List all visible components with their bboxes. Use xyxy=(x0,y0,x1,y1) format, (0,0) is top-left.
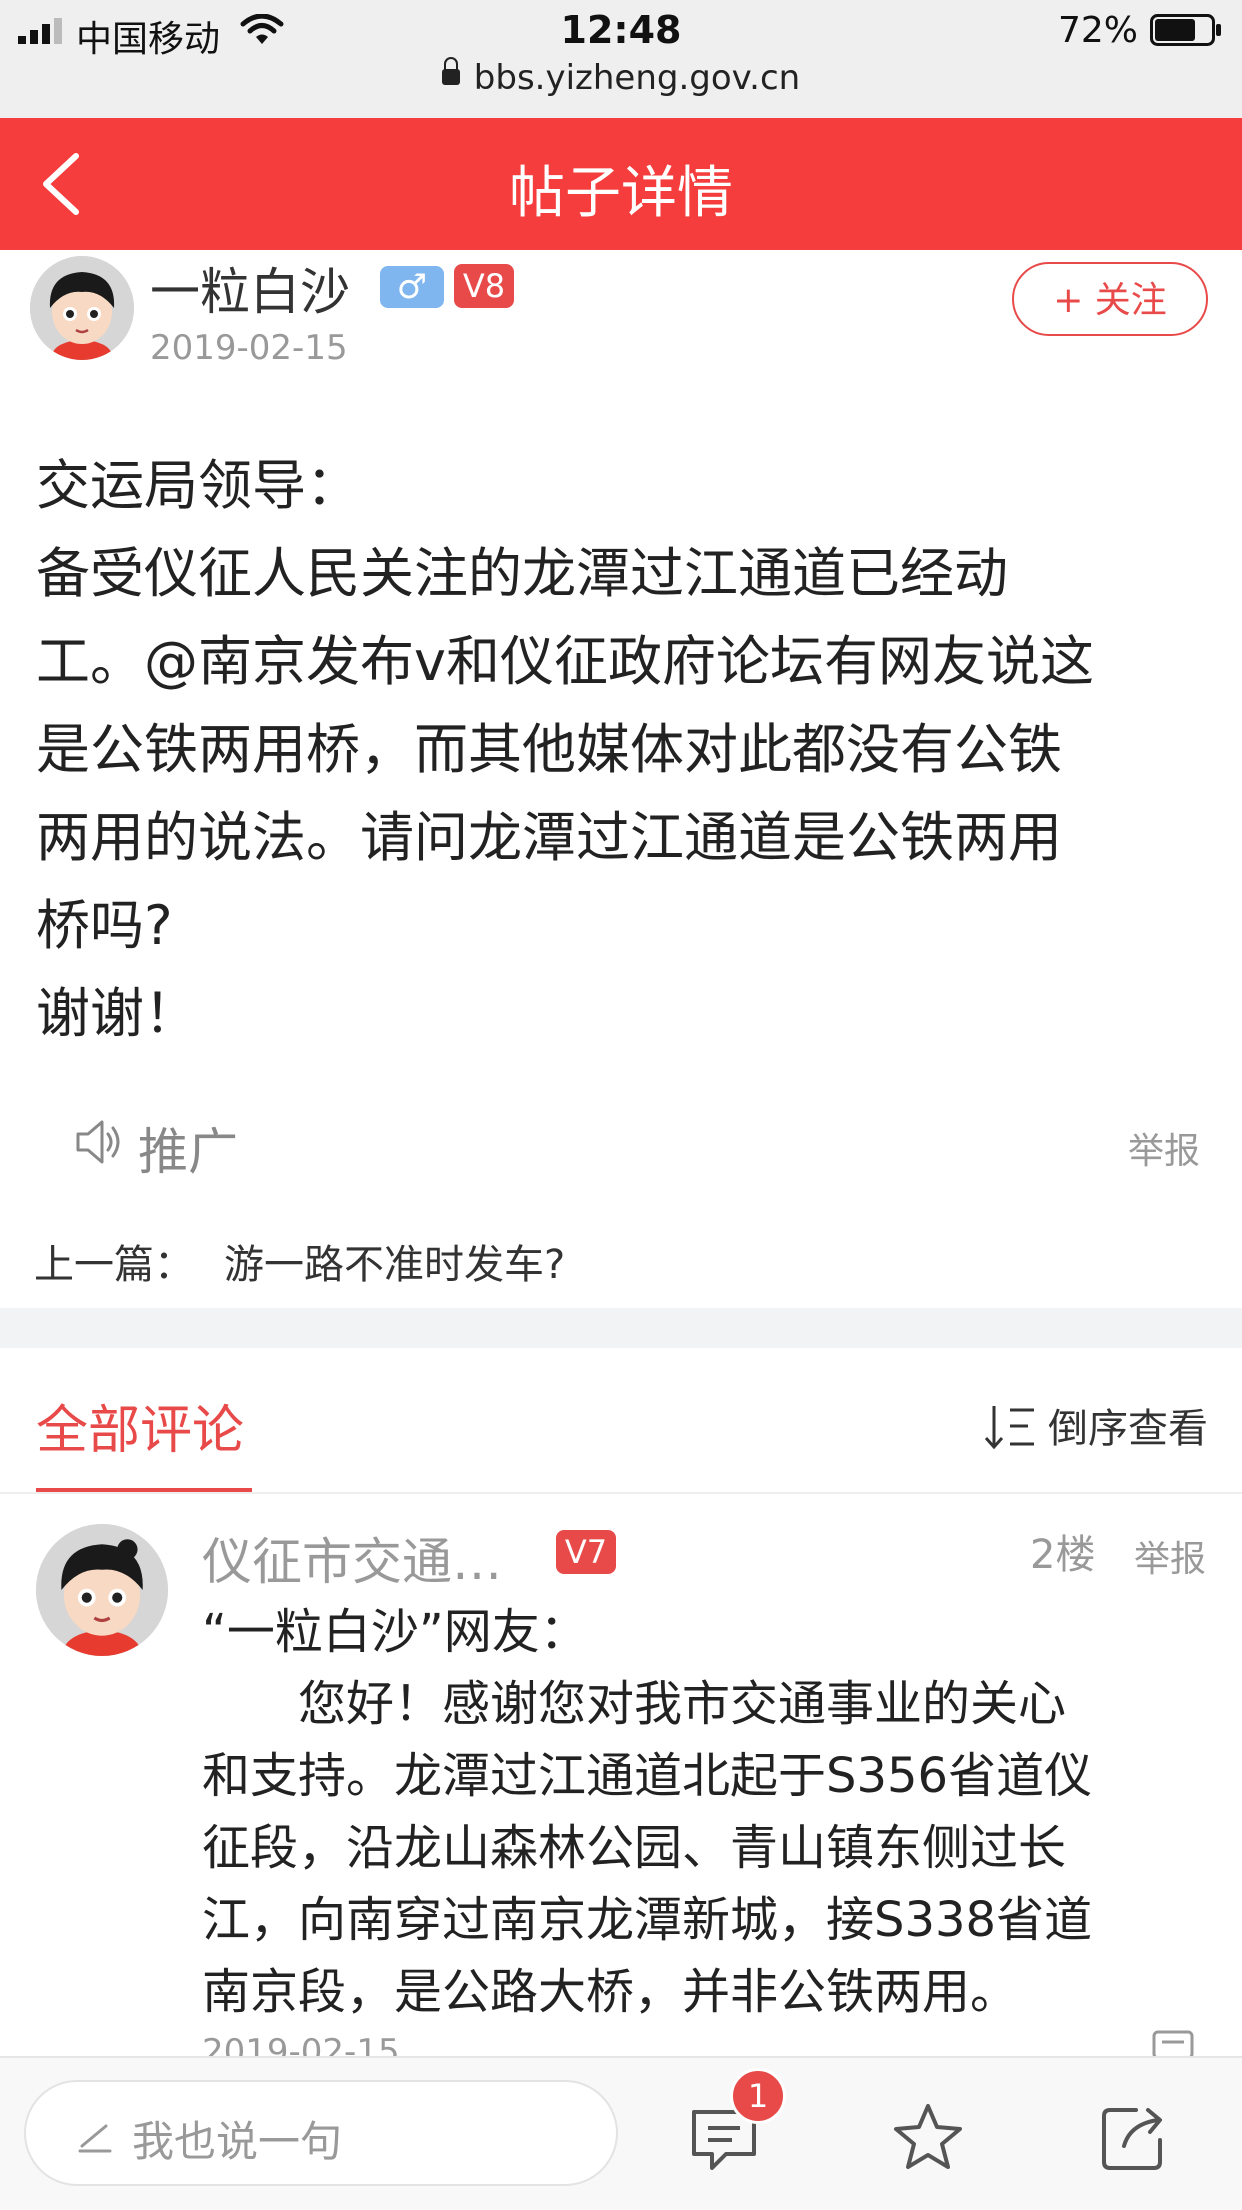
post-body: 交运局领导： 备受仪征人民关注的龙潭过江通道已经动 工。@南京发布v和仪征政府论… xyxy=(36,442,1216,1058)
sort-desc-icon xyxy=(984,1406,1034,1450)
page-title: 帖子详情 xyxy=(509,161,733,226)
cartoon-avatar-icon xyxy=(30,256,134,360)
gender-male-icon: ♂ xyxy=(380,266,444,308)
comment-line: 南京段，是公路大桥，并非公铁两用。 xyxy=(202,1964,1019,2020)
post-line: 备受仪征人民关注的龙潭过江通道已经动 xyxy=(36,542,1008,605)
prev-post-title: 游一路不准时发车? xyxy=(224,1242,566,1288)
tab-underline xyxy=(36,1488,252,1492)
star-icon[interactable] xyxy=(890,2100,966,2176)
author-name[interactable]: 一粒白沙 xyxy=(150,252,350,324)
comment-count-badge: 1 xyxy=(730,2068,786,2124)
battery-percent: 72% xyxy=(1057,10,1138,51)
level-badge: V8 xyxy=(454,264,514,308)
sort-label: 倒序查看 xyxy=(1048,1406,1208,1452)
comment-line: 征段，沿龙山森林公园、青山镇东侧过长 xyxy=(202,1820,1067,1876)
comment-author-name[interactable]: 仪征市交通… xyxy=(202,1522,502,1594)
post-line: 谢谢！ xyxy=(36,982,198,1045)
bottom-bar: 我也说一句 1 xyxy=(0,2056,1242,2210)
comment-line: 和支持。龙潭过江通道北起于S356省道仪 xyxy=(202,1748,1093,1804)
sort-reverse-button[interactable]: 倒序查看 xyxy=(982,1396,1208,1456)
report-post-link[interactable]: 举报 xyxy=(1128,1122,1200,1174)
comment-greeting: “一粒白沙”网友： xyxy=(202,1604,588,1660)
comment-line: 您好！感谢您对我市交通事业的关心 xyxy=(298,1676,1067,1732)
follow-button[interactable]: + 关注 xyxy=(1012,262,1208,336)
speaker-icon xyxy=(76,1120,120,1164)
post-line: 交运局领导： xyxy=(36,454,360,517)
avatar[interactable] xyxy=(30,256,134,360)
battery-icon xyxy=(1150,14,1221,46)
url-text: bbs.yizheng.gov.cn xyxy=(473,58,801,98)
post-line: 工。@南京发布v和仪征政府论坛有网友说这 xyxy=(36,630,1094,693)
comment-avatar[interactable] xyxy=(36,1524,168,1656)
post-date: 2019-02-15 xyxy=(150,328,348,368)
url-bar[interactable]: bbs.yizheng.gov.cn xyxy=(0,56,1242,98)
clock: 12:48 xyxy=(560,8,682,52)
floor-number: 2楼 xyxy=(1030,1532,1096,1578)
report-comment-link[interactable]: 举报 xyxy=(1134,1530,1206,1582)
post-line: 是公铁两用桥，而其他媒体对此都没有公铁 xyxy=(36,718,1062,781)
post-line: 两用的说法。请问龙潭过江通道是公铁两用 xyxy=(36,806,1062,869)
tab-all-comments[interactable]: 全部评论 xyxy=(36,1388,244,1463)
lock-icon xyxy=(441,56,460,85)
comment-tabs: 全部评论 倒序查看 xyxy=(0,1348,1242,1494)
prev-post-link[interactable]: 上一篇： 游一路不准时发车? xyxy=(34,1232,565,1290)
app-header: 帖子详情 xyxy=(0,118,1242,250)
reply-placeholder: 我也说一句 xyxy=(132,2117,343,2166)
comment-body: “一粒白沙”网友： 您好！感谢您对我市交通事业的关心 和支持。龙潭过江通道北起于… xyxy=(202,1596,1212,2028)
share-icon[interactable] xyxy=(1096,2100,1172,2176)
post-line: 桥吗? xyxy=(36,894,173,957)
comment-line: 江，向南穿过南京龙潭新城，接S338省道 xyxy=(202,1892,1093,1948)
promote-label: 推广 xyxy=(138,1123,238,1181)
status-bar: 中国移动 12:48 72% bbs.yizheng.gov.cn xyxy=(0,0,1242,118)
section-divider xyxy=(0,1308,1242,1348)
cartoon-avatar-icon xyxy=(36,1524,168,1656)
pen-icon xyxy=(78,2124,112,2153)
prev-post-prefix: 上一篇： xyxy=(34,1242,194,1288)
level-badge: V7 xyxy=(556,1530,616,1574)
reply-input[interactable]: 我也说一句 xyxy=(24,2080,618,2186)
